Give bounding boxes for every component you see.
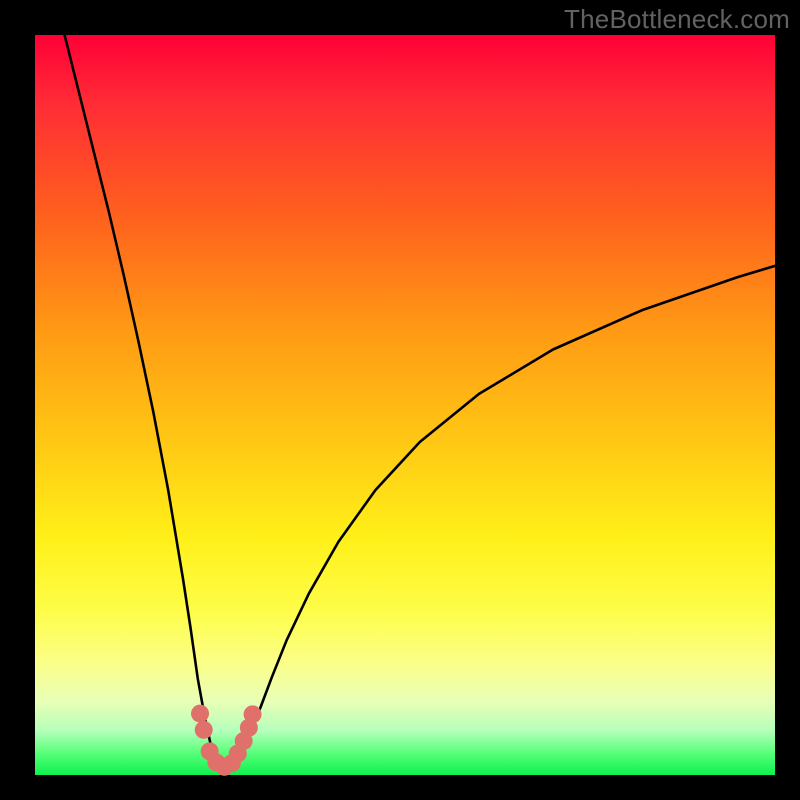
curve-layer (35, 35, 775, 775)
curve-marker (244, 705, 262, 723)
chart-frame: TheBottleneck.com (0, 0, 800, 800)
curve-marker (195, 721, 213, 739)
curve-markers (191, 705, 262, 776)
curve-marker (191, 705, 209, 723)
plot-area (35, 35, 775, 775)
bottleneck-curve (65, 35, 775, 767)
watermark-text: TheBottleneck.com (564, 4, 790, 35)
